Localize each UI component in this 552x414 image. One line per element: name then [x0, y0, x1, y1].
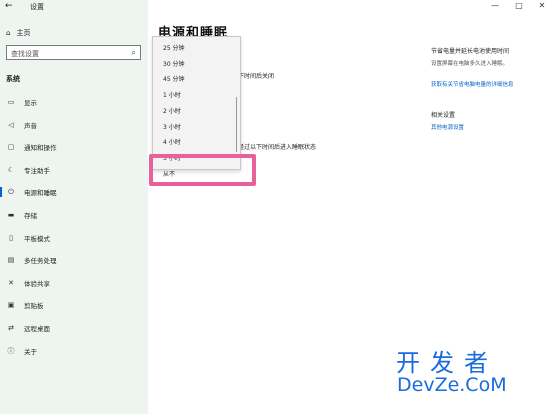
- nav-item[interactable]: ☾ 专注助手: [0, 161, 148, 179]
- window-title: 设置: [30, 3, 44, 11]
- nav-item-icon: ✕: [8, 278, 14, 287]
- highlight-box: [149, 154, 256, 186]
- nav-item-icon: ⇄: [8, 324, 14, 332]
- nav-item[interactable]: ▯ 平板模式: [0, 229, 148, 247]
- section-heading: 系统: [6, 75, 20, 83]
- screen-timeout-label: 下时间后关闭: [238, 73, 275, 80]
- nav-item-icon: ▣: [7, 301, 15, 310]
- back-arrow-icon[interactable]: ←: [5, 1, 13, 11]
- nav-item-icon: ▤: [7, 256, 15, 265]
- nav-item[interactable]: ▣ 剪贴板: [0, 296, 148, 314]
- nav-item[interactable]: ✕ 体验共享: [0, 274, 148, 292]
- search-placeholder: 查找设置: [11, 50, 39, 58]
- nav-item-icon: ▭: [7, 98, 15, 106]
- nav-item-label: 剪贴板: [24, 302, 44, 311]
- other-power-settings-link[interactable]: 其他电源设置: [431, 123, 464, 131]
- nav-item-icon: ◁: [8, 120, 14, 129]
- nav-item[interactable]: ◁ 声音: [0, 116, 148, 134]
- dropdown-option[interactable]: 25 分钟: [163, 43, 185, 52]
- nav-item[interactable]: ▤ 多任务处理: [0, 251, 148, 269]
- nav-item-label: 远程桌面: [24, 325, 50, 333]
- home-link[interactable]: ⌂ 主页: [6, 28, 30, 38]
- sleep-timeout-label: 经过以下时间后进入睡眠状态: [238, 144, 317, 151]
- related-settings-heading: 相关设置: [431, 112, 456, 119]
- search-field[interactable]: 查找设置 ⌕: [6, 45, 141, 60]
- nav-item[interactable]: ▭ 显示: [0, 93, 148, 111]
- home-label: 主页: [16, 29, 31, 37]
- search-icon: ⌕: [131, 48, 136, 57]
- title-bar: ← 设置 — □ ✕: [0, 0, 552, 14]
- nav-item-icon: ⏻: [8, 187, 14, 196]
- dropdown-option[interactable]: 30 分钟: [163, 59, 185, 68]
- nav-item-icon: ☾: [7, 165, 15, 174]
- nav-item[interactable]: ▬ 存储: [0, 206, 148, 224]
- nav-item-icon: ⓘ: [7, 346, 15, 355]
- timeout-dropdown-list[interactable]: 25 分钟 30 分钟 45 分钟 1 小时 2 小时 3 小时 4 小时 5 小时 从不: [152, 36, 241, 178]
- close-button[interactable]: ✕: [535, 0, 549, 12]
- nav-item-label: 通知和操作: [24, 144, 57, 153]
- nav-item-label: 多任务处理: [24, 257, 57, 266]
- home-icon: ⌂: [6, 29, 11, 37]
- watermark-cn: 开发者: [396, 349, 498, 377]
- dropdown-option[interactable]: 3 小时: [163, 122, 181, 131]
- nav-item-label: 电源和睡眠: [24, 189, 57, 198]
- nav-item-icon: ▯: [9, 233, 13, 242]
- dropdown-option[interactable]: 1 小时: [163, 90, 181, 99]
- nav-item[interactable]: ▢ 通知和操作: [0, 138, 148, 156]
- nav-item-label: 关于: [24, 347, 37, 356]
- watermark-en: DevZe.CoM: [397, 374, 507, 396]
- nav-item-label: 声音: [24, 121, 37, 130]
- nav-item-label: 专注助手: [24, 166, 50, 175]
- nav-item-icon: ▬: [7, 211, 15, 219]
- nav-item-icon: ▢: [7, 143, 15, 152]
- nav-item[interactable]: ⇄ 远程桌面: [0, 319, 148, 337]
- maximize-button[interactable]: □: [512, 0, 526, 12]
- dropdown-option[interactable]: 2 小时: [163, 106, 181, 115]
- dropdown-option[interactable]: 45 分钟: [163, 74, 185, 83]
- nav-item-label: 平板模式: [24, 234, 50, 243]
- nav-item-label: 体验共享: [24, 279, 50, 288]
- minimize-button[interactable]: —: [488, 0, 502, 12]
- related-text: 设置屏幕在电脑多久进入睡眠。: [431, 61, 509, 67]
- nav-item[interactable]: ⓘ 关于: [0, 342, 148, 360]
- related-heading: 节省电量并延长电池使用时间: [431, 48, 510, 55]
- nav-item-label: 显示: [24, 99, 37, 107]
- nav-item-label: 存储: [24, 212, 37, 220]
- energy-tips-link[interactable]: 获取有关节省电脑电量的详细信息: [431, 80, 514, 88]
- nav-item[interactable]: ⏻ 电源和睡眠: [0, 183, 148, 201]
- dropdown-scrollbar[interactable]: [236, 97, 237, 152]
- dropdown-option[interactable]: 4 小时: [163, 137, 181, 146]
